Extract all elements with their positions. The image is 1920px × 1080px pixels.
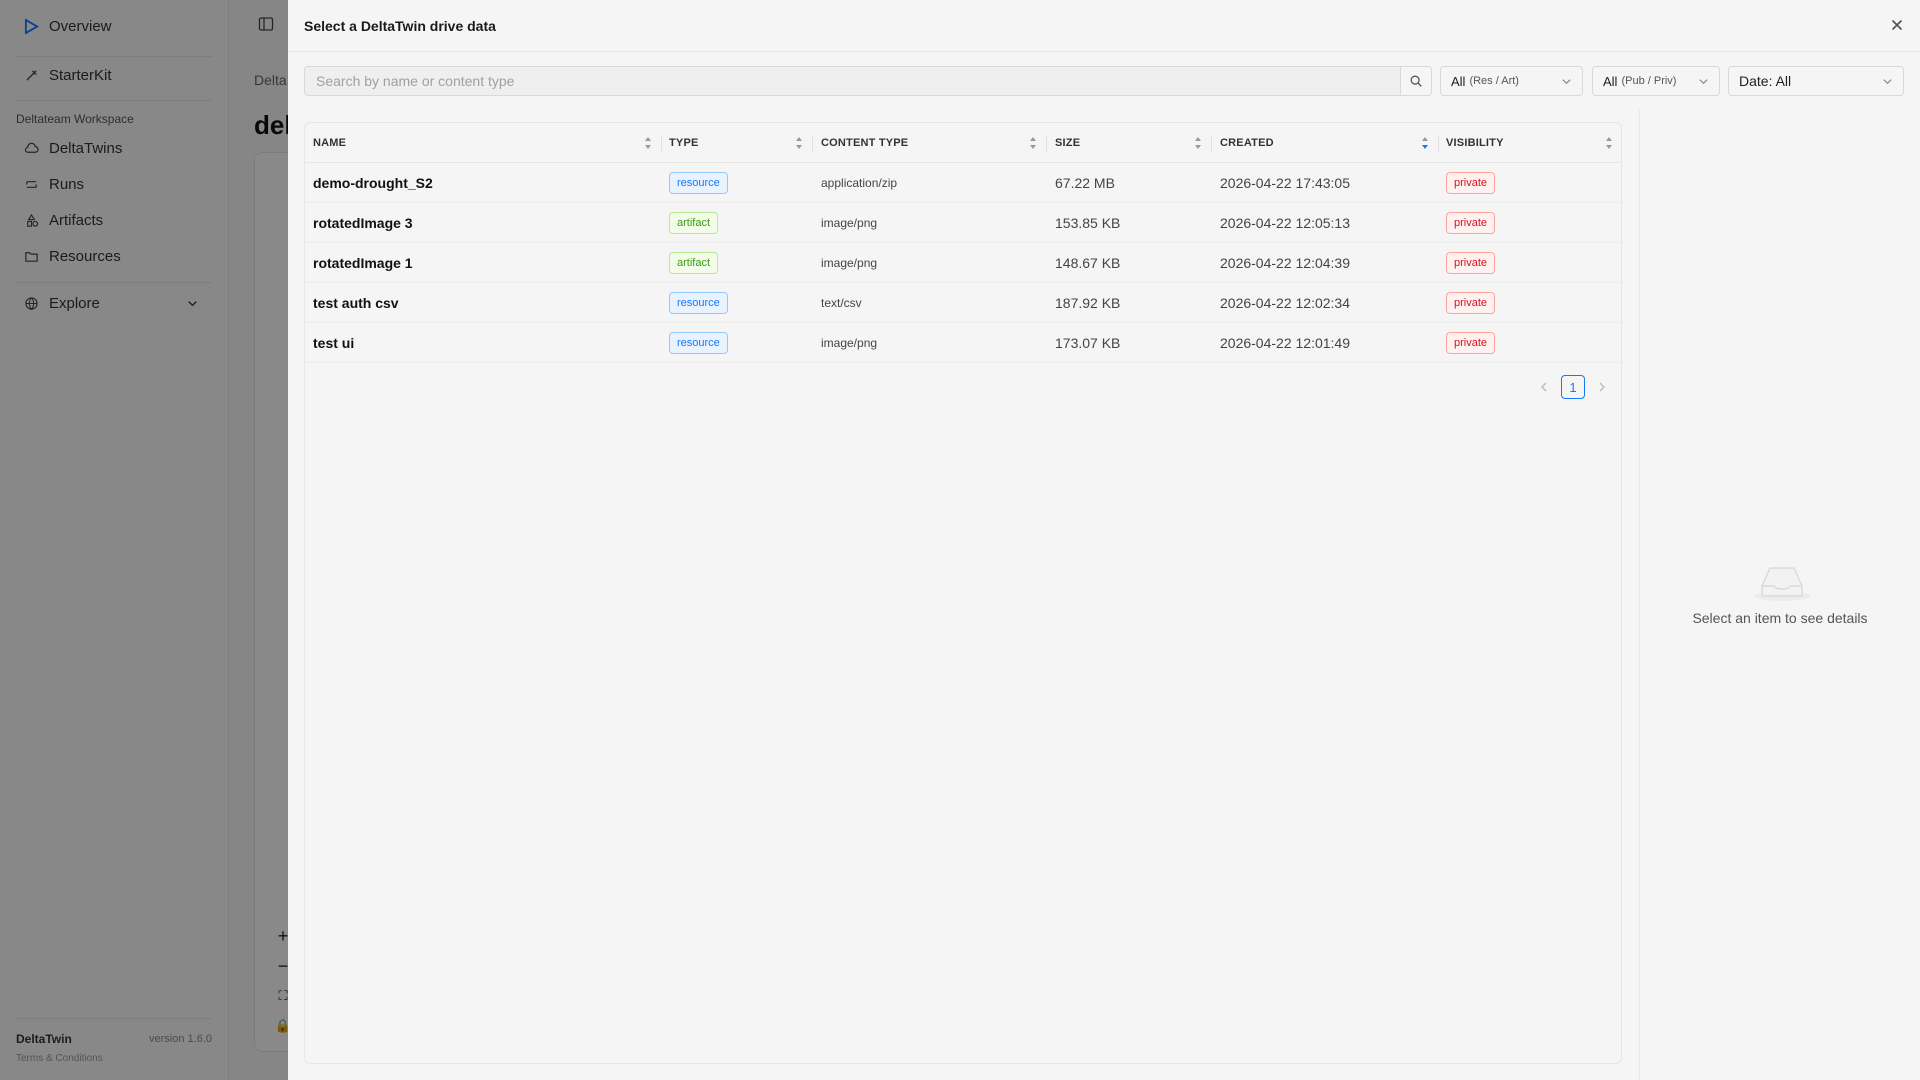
- empty-inbox-icon: [1754, 567, 1810, 601]
- data-table: NAME TYPE CONTENT TYPE SIZE CREATED VISI…: [304, 122, 1622, 1064]
- chevron-down-icon: [1883, 79, 1892, 85]
- chevron-down-icon: [1562, 79, 1571, 85]
- visibility-tag: private: [1446, 292, 1496, 314]
- access-filter-hint: (Pub / Priv): [1621, 75, 1677, 87]
- row-created: 2026-04-22 17:43:05: [1220, 175, 1350, 191]
- type-tag: resource: [669, 292, 728, 314]
- row-name: rotatedImage 1: [313, 255, 413, 271]
- row-name: demo-drought_S2: [313, 175, 433, 191]
- sort-icon[interactable]: [795, 136, 803, 150]
- column-header-type[interactable]: TYPE: [661, 123, 812, 163]
- column-header-created[interactable]: CREATED: [1212, 123, 1438, 163]
- visibility-tag: private: [1446, 172, 1496, 194]
- select-data-drawer: Select a DeltaTwin drive data All (Res /…: [288, 0, 1920, 1080]
- row-content-type: application/zip: [821, 176, 898, 190]
- details-empty-text: Select an item to see details: [1692, 610, 1868, 626]
- table-row[interactable]: rotatedImage 3 artifact image/png 153.85…: [305, 203, 1621, 243]
- access-filter-select[interactable]: All (Pub / Priv): [1592, 66, 1720, 96]
- table-row[interactable]: test ui resource image/png 173.07 KB 202…: [305, 323, 1621, 363]
- search-button[interactable]: [1400, 66, 1432, 96]
- column-header-content-type[interactable]: CONTENT TYPE: [813, 123, 1046, 163]
- sort-icon[interactable]: [644, 136, 652, 150]
- access-filter-value: All: [1603, 73, 1618, 89]
- row-created: 2026-04-22 12:02:34: [1220, 295, 1350, 311]
- type-tag: resource: [669, 172, 728, 194]
- column-header-size[interactable]: SIZE: [1047, 123, 1211, 163]
- sort-icon[interactable]: [1194, 136, 1202, 150]
- row-size: 67.22 MB: [1055, 175, 1115, 191]
- date-filter-select[interactable]: Date: All: [1728, 66, 1904, 96]
- visibility-tag: private: [1446, 332, 1496, 354]
- row-content-type: image/png: [821, 336, 878, 350]
- row-created: 2026-04-22 12:05:13: [1220, 215, 1350, 231]
- pagination: 1: [1537, 375, 1609, 399]
- type-tag: artifact: [669, 252, 719, 274]
- sort-icon[interactable]: [1605, 136, 1613, 150]
- sort-icon[interactable]: [1029, 136, 1037, 150]
- type-tag: artifact: [669, 212, 719, 234]
- search-input[interactable]: [304, 66, 1401, 96]
- table-header: NAME TYPE CONTENT TYPE SIZE CREATED VISI…: [305, 123, 1621, 163]
- column-header-name[interactable]: NAME: [305, 123, 661, 163]
- row-content-type: image/png: [821, 256, 878, 270]
- row-size: 173.07 KB: [1055, 335, 1121, 351]
- type-tag: resource: [669, 332, 728, 354]
- column-header-visibility[interactable]: VISIBILITY: [1438, 123, 1622, 163]
- row-created: 2026-04-22 12:01:49: [1220, 335, 1350, 351]
- chevron-left-icon[interactable]: [1537, 380, 1551, 394]
- close-icon[interactable]: [1888, 16, 1906, 34]
- row-size: 187.92 KB: [1055, 295, 1121, 311]
- kind-filter-value: All: [1451, 73, 1466, 89]
- table-row[interactable]: test auth csv resource text/csv 187.92 K…: [305, 283, 1621, 323]
- row-created: 2026-04-22 12:04:39: [1220, 255, 1350, 271]
- row-size: 148.67 KB: [1055, 255, 1121, 271]
- row-name: rotatedImage 3: [313, 215, 413, 231]
- visibility-tag: private: [1446, 212, 1496, 234]
- visibility-tag: private: [1446, 252, 1496, 274]
- row-size: 153.85 KB: [1055, 215, 1121, 231]
- row-name: test auth csv: [313, 295, 399, 311]
- table-row[interactable]: rotatedImage 1 artifact image/png 148.67…: [305, 243, 1621, 283]
- row-content-type: image/png: [821, 216, 878, 230]
- table-row[interactable]: demo-drought_S2 resource application/zip…: [305, 163, 1621, 203]
- drawer-header: Select a DeltaTwin drive data: [288, 0, 1920, 52]
- date-filter-value: Date: All: [1739, 73, 1792, 89]
- kind-filter-select[interactable]: All (Res / Art): [1440, 66, 1583, 96]
- row-content-type: text/csv: [821, 296, 862, 310]
- details-panel: Select an item to see details: [1639, 110, 1920, 1080]
- sort-desc-icon[interactable]: [1421, 136, 1429, 150]
- search-icon: [1410, 75, 1422, 87]
- page-button-current[interactable]: 1: [1561, 375, 1585, 399]
- chevron-down-icon: [1699, 79, 1708, 85]
- kind-filter-hint: (Res / Art): [1469, 75, 1519, 87]
- drawer-title: Select a DeltaTwin drive data: [304, 18, 496, 34]
- chevron-right-icon[interactable]: [1595, 380, 1609, 394]
- row-name: test ui: [313, 335, 355, 351]
